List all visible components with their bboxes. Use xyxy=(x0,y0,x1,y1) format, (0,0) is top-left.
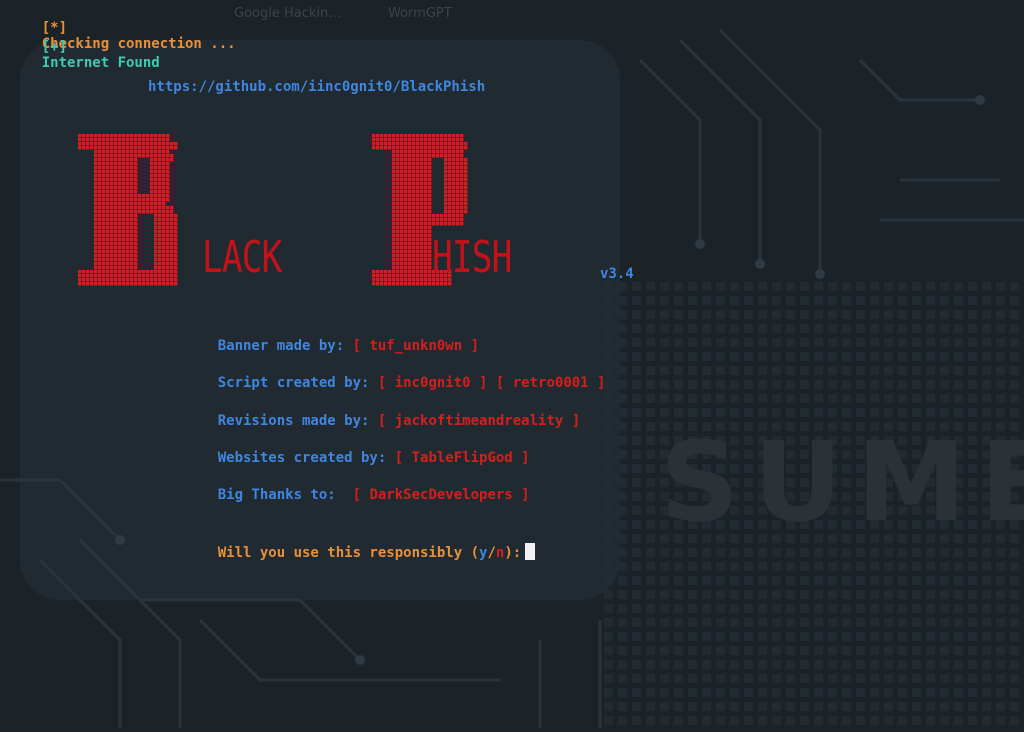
credit-value: [ DarkSecDevelopers ] xyxy=(352,487,530,503)
credit-label: Websites created by: xyxy=(217,450,387,466)
credit-value: [ TableFlipGod ] xyxy=(394,450,530,466)
credit-label: Banner made by: xyxy=(217,338,345,354)
logo-big-b xyxy=(78,134,178,286)
terminal-input-cursor[interactable] xyxy=(525,543,536,560)
prompt-slash: / xyxy=(487,545,496,561)
prompt-suffix: ): xyxy=(504,545,522,561)
responsibility-prompt: Will you use this responsibly (y/n): xyxy=(184,527,536,577)
status-line-internet: [+] Internet Found xyxy=(8,23,160,87)
credit-value: [ retro0001 ] xyxy=(495,375,606,391)
terminal-output: [*] Checking connection ... [+] Internet… xyxy=(0,0,1024,728)
credit-value: [ inc0gnit0 ] xyxy=(377,375,488,391)
logo-hish-text: HISH xyxy=(432,232,512,283)
version-label: v3.4 xyxy=(600,266,634,282)
prompt-text: Will you use this responsibly ( xyxy=(217,545,480,561)
credit-value: [ jackoftimeandreality ] xyxy=(377,413,581,429)
credit-value: [ tuf_unkn0wn ] xyxy=(352,338,480,354)
logo-lack-text: LACK xyxy=(202,232,282,283)
credit-label: Big Thanks to: xyxy=(217,487,345,503)
repo-url: https://github.com/iinc0gnit0/BlackPhish xyxy=(148,79,486,95)
status-internet-text: Internet Found xyxy=(41,55,160,71)
credit-thanks: Big Thanks to: [ DarkSecDevelopers ] xyxy=(184,471,530,519)
status-prefix-plus: [+] xyxy=(41,39,68,55)
credit-label: Script created by: xyxy=(217,375,370,391)
credit-label: Revisions made by: xyxy=(217,413,370,429)
